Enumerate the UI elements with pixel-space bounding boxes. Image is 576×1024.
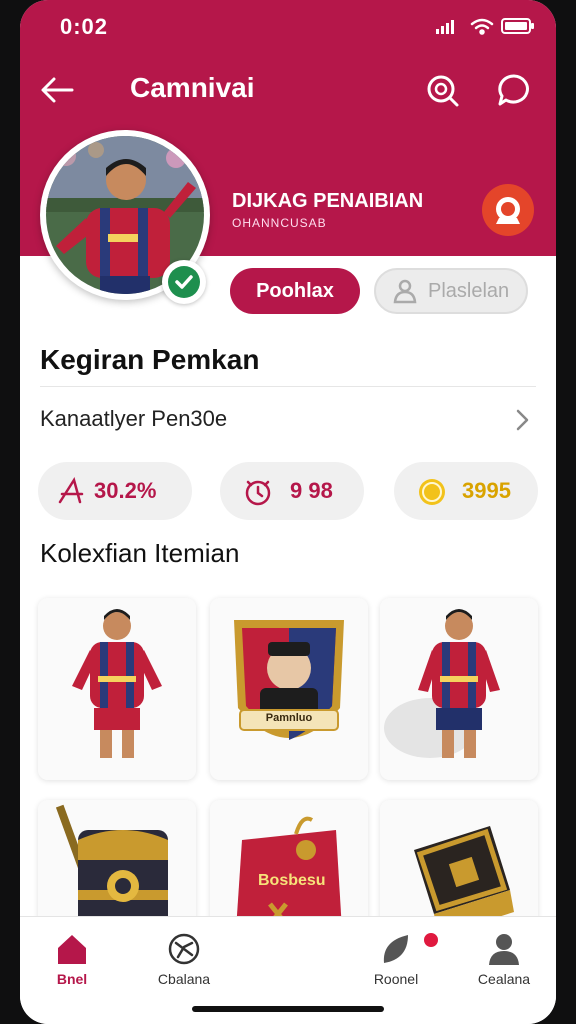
player-figure-image [380, 598, 538, 780]
crest-caption: Pamnluo [265, 712, 313, 724]
search-button[interactable] [422, 70, 462, 110]
status-icons [436, 16, 536, 36]
chat-button[interactable] [494, 70, 534, 110]
chat-bubble-icon [498, 74, 529, 106]
home-icon [58, 935, 86, 964]
activity-section-title: Kegiran Pemkan [40, 344, 260, 375]
activity-row[interactable]: Kanaatlyer Pen30e [20, 398, 556, 442]
app-screen: 0:02 Camnivai DIJKAG PENAIBIAN OHANNCUSA… [20, 0, 556, 1024]
status-bar: 0:02 [20, 0, 556, 52]
stat-value: 9 98 [290, 478, 333, 503]
user-icon [489, 934, 519, 965]
nav-label: Cealana [477, 971, 531, 987]
person-icon [393, 279, 417, 304]
stat-chip-coins[interactable]: 3995 [394, 462, 538, 520]
nav-item-ball[interactable]: Cbalana [134, 929, 234, 999]
collection-section-title: Kolexfian Itemian [40, 538, 240, 568]
page-title: Camnivai [130, 72, 255, 103]
leaf-icon [383, 935, 408, 963]
collection-item[interactable] [38, 598, 196, 780]
collection-item[interactable]: Pamnluo [210, 598, 368, 780]
profile-subtitle: OHANNCUSAB [232, 216, 327, 230]
notification-dot [422, 931, 440, 949]
stat-value: 3995 [462, 478, 511, 503]
nav-label: Roonel [373, 971, 419, 987]
club-crest-image [210, 598, 368, 780]
ball-icon [168, 933, 200, 965]
wifi-icon [470, 18, 494, 35]
timer-icon [245, 480, 271, 506]
nav-label: Cbalana [157, 971, 211, 987]
stat-value: 30.2% [94, 478, 157, 503]
top-app-bar: Camnivai [20, 60, 556, 116]
primary-action-button[interactable]: Poohlax [230, 268, 360, 314]
player-figure-image [38, 598, 196, 780]
coin-icon [419, 479, 445, 505]
nav-item-profile[interactable]: Cealana [454, 929, 554, 999]
badge-button[interactable] [482, 184, 534, 236]
nav-item-home[interactable]: Bnel [22, 929, 122, 999]
secondary-action-button[interactable]: Plaslelan [374, 268, 528, 314]
percent-icon [58, 476, 84, 504]
nav-label: Bnel [56, 971, 88, 987]
divider [40, 386, 536, 387]
stat-chip-percent[interactable]: 30.2% [38, 462, 192, 520]
status-time: 0:02 [60, 14, 109, 39]
arrow-left-icon [41, 77, 74, 103]
battery-icon [501, 18, 534, 34]
stat-chip-timer[interactable]: 9 98 [220, 462, 364, 520]
profile-name: DIJKAG PENAIBIAN [232, 190, 424, 212]
home-indicator [192, 1006, 384, 1012]
signal-icon [436, 20, 454, 34]
checkmark-icon [175, 275, 193, 289]
back-button[interactable] [38, 70, 78, 110]
activity-row-label: Kanaatlyer Pen30e [40, 406, 228, 431]
pouch-caption: Bosbesu [258, 872, 326, 889]
badge-icon [496, 197, 520, 224]
chevron-right-icon [516, 409, 529, 431]
secondary-button-label: Plaslelan [428, 280, 510, 302]
search-icon [427, 75, 459, 107]
collection-item[interactable] [380, 598, 538, 780]
verified-badge [162, 260, 206, 304]
